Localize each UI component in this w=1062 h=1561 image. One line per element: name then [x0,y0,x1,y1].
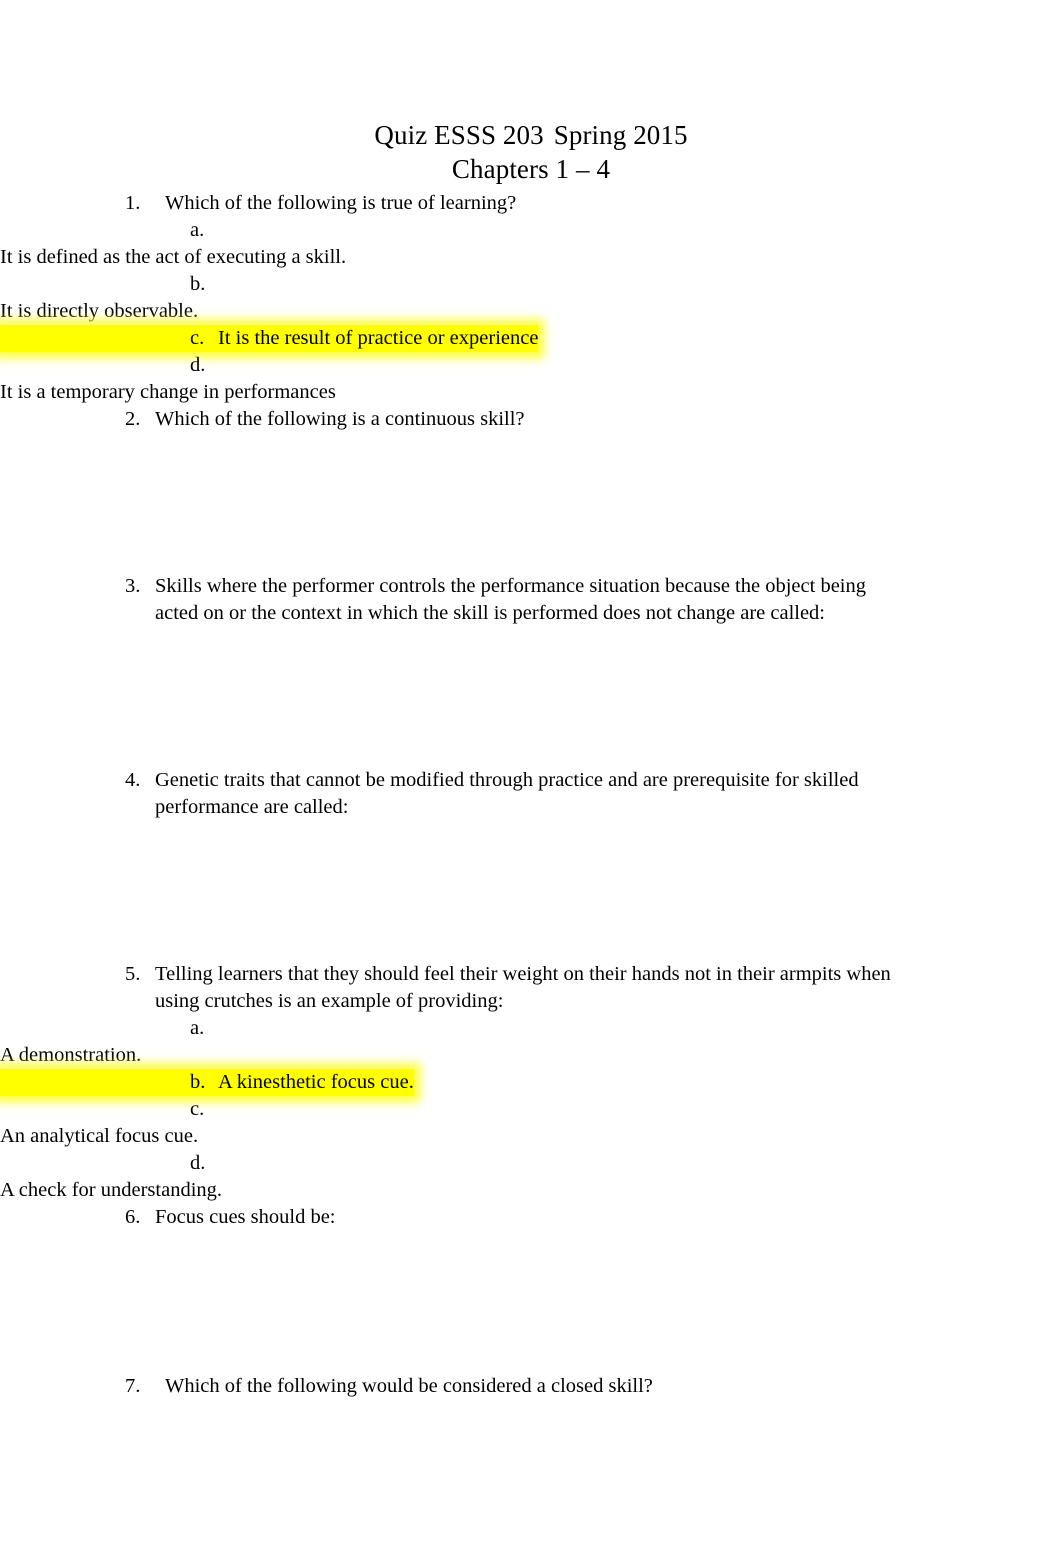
option-d-text: A check for understanding. [0,1179,223,1201]
heading-term: Spring 2015 [553,120,688,150]
question-2-prompt-row: 2. Which of the following is a continuou… [0,406,1062,433]
option-a-letter: a. [190,1017,205,1039]
document-page: Quiz ESSS 203 Spring 2015 Chapters 1 – 4 … [0,0,1062,1561]
question-6-text: Focus cues should be: [155,1206,336,1228]
option-a-text: A demonstration. [0,1044,142,1066]
question-6-prompt-row: 6. Focus cues should be: [0,1204,1062,1231]
option-d-text: It is a temporary change in performances [0,381,336,403]
option-c-letter: c. [190,327,205,349]
heading-course: Quiz ESSS 203 [374,120,544,150]
question-5-number: 5. [125,963,141,985]
question-1-prompt-row: 1. Which of the following is true of lea… [0,190,1062,217]
question-4-number: 4. [125,769,141,791]
question-5-options: a. A demonstration. b. A kinesthetic foc… [0,1015,1062,1204]
question-1-option-c[interactable]: c. It is the result of practice or exper… [0,325,1062,352]
question-7-number: 7. [125,1375,141,1397]
document-heading: Quiz ESSS 203 Spring 2015 Chapters 1 – 4 [0,118,1062,186]
option-a-letter: a. [190,219,205,241]
question-1-option-a[interactable]: a. It is defined as the act of executing… [0,217,1062,271]
option-d-letter: d. [190,354,206,376]
scan-artifact-line [175,1384,405,1387]
question-2-answer-space [0,433,1062,573]
option-b-content-highlighted: b. A kinesthetic focus cue. [0,1069,414,1096]
option-c-content-highlighted: c. It is the result of practice or exper… [0,325,539,352]
question-5-option-c[interactable]: c. An analytical focus cue. [0,1096,1062,1150]
option-a-content: a. It is defined as the act of executing… [0,217,346,271]
option-a-content: a. A demonstration. [0,1015,218,1069]
question-1-option-b[interactable]: b. It is directly observable. [0,271,1062,325]
question-2-text: Which of the following is a continuous s… [155,408,525,430]
option-d-letter: d. [190,1152,206,1174]
question-1-number: 1. [125,192,141,214]
question-list: 1. Which of the following is true of lea… [0,190,1062,1400]
question-1-text: Which of the following is true of learni… [165,192,517,214]
question-3-prompt-row: 3. Skills where the performer controls t… [0,573,1062,627]
question-4: 4. Genetic traits that cannot be modifie… [0,767,1062,961]
question-1: 1. Which of the following is true of lea… [0,190,1062,406]
question-6-answer-space [0,1231,1062,1373]
question-4-answer-space [0,821,1062,961]
option-a-text: It is defined as the act of executing a … [0,246,347,268]
question-5-text: Telling learners that they should feel t… [155,963,891,1012]
question-3-answer-space [0,627,1062,767]
option-b-text: A kinesthetic focus cue. [218,1071,414,1093]
question-5-option-b[interactable]: b. A kinesthetic focus cue. [0,1069,1062,1096]
question-3: 3. Skills where the performer controls t… [0,573,1062,767]
heading-line-chapters: Chapters 1 – 4 [451,154,611,184]
option-c-letter: c. [190,1098,205,1120]
question-3-text: Skills where the performer controls the … [155,575,866,624]
question-3-number: 3. [125,575,141,597]
option-d-content: d. It is a temporary change in performan… [0,352,336,406]
question-4-prompt-row: 4. Genetic traits that cannot be modifie… [0,767,1062,821]
question-6-number: 6. [125,1206,141,1228]
question-1-options: a. It is defined as the act of executing… [0,217,1062,406]
option-c-content: c. An analytical focus cue. [0,1096,218,1150]
option-b-letter: b. [190,273,206,295]
option-c-text: It is the result of practice or experien… [218,327,539,349]
question-5-option-d[interactable]: d. A check for understanding. [0,1150,1062,1204]
option-b-content: b. It is directly observable. [0,271,218,325]
option-c-text: An analytical focus cue. [0,1125,199,1147]
option-d-content: d. A check for understanding. [0,1150,222,1204]
option-b-text: It is directly observable. [0,300,199,322]
question-1-option-d[interactable]: d. It is a temporary change in performan… [0,352,1062,406]
question-2-number: 2. [125,408,141,430]
question-2: 2. Which of the following is a continuou… [0,406,1062,573]
question-6: 6. Focus cues should be: [0,1204,1062,1373]
question-5-option-a[interactable]: a. A demonstration. [0,1015,1062,1069]
option-b-letter: b. [190,1071,206,1093]
heading-line-title: Quiz ESSS 203 Spring 2015 [0,118,1062,152]
question-7: 7. Which of the following would be consi… [0,1373,1062,1400]
question-5-prompt-row: 5. Telling learners that they should fee… [0,961,1062,1015]
question-4-text: Genetic traits that cannot be modified t… [155,769,859,818]
question-7-prompt-row: 7. Which of the following would be consi… [0,1373,1062,1400]
question-5: 5. Telling learners that they should fee… [0,961,1062,1204]
